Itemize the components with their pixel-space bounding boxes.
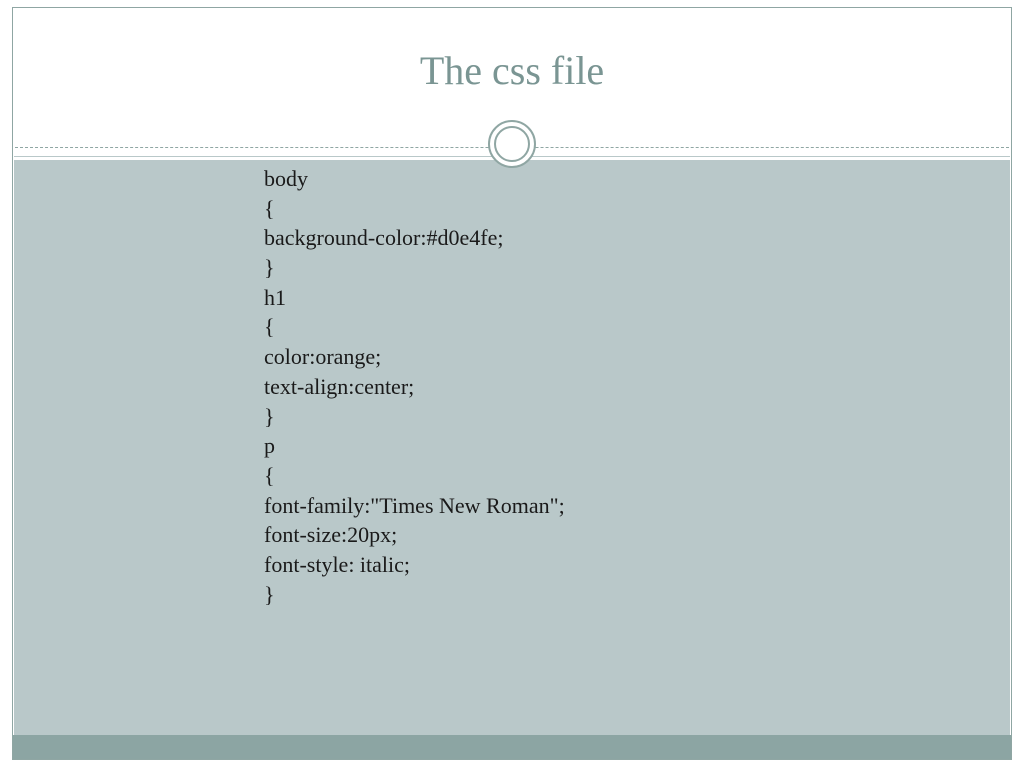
title-area: The css file bbox=[13, 8, 1011, 133]
css-code-block: body { background-color:#d0e4fe; } h1 { … bbox=[264, 164, 565, 609]
slide: The css file body { background-color:#d0… bbox=[12, 7, 1012, 760]
circle-ornament-icon bbox=[488, 120, 536, 168]
body-area: body { background-color:#d0e4fe; } h1 { … bbox=[14, 156, 1010, 735]
footer-bar bbox=[13, 735, 1011, 759]
slide-title: The css file bbox=[420, 47, 604, 94]
circle-inner-icon bbox=[494, 126, 530, 162]
